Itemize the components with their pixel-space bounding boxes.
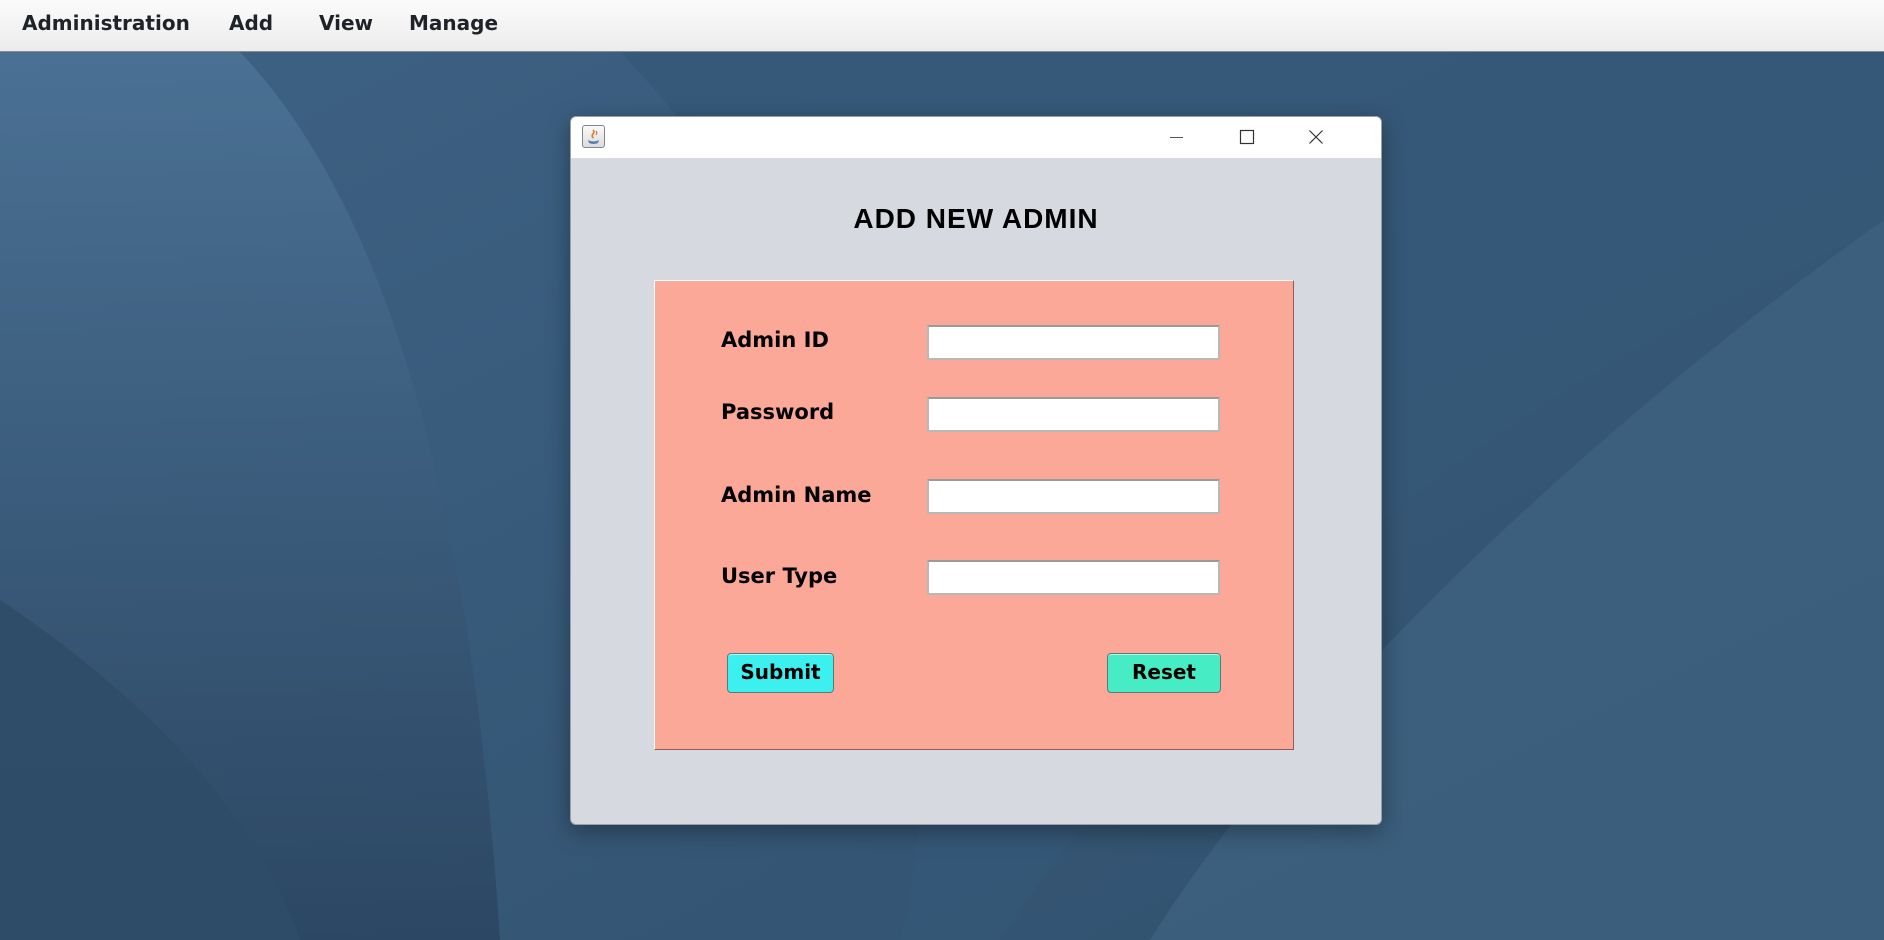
menu-add[interactable]: Add <box>229 11 273 35</box>
password-input[interactable] <box>927 397 1220 432</box>
admin-id-input[interactable] <box>927 325 1220 360</box>
admin-name-input[interactable] <box>927 479 1220 514</box>
window-titlebar[interactable] <box>571 117 1381 158</box>
menu-administration[interactable]: Administration <box>22 11 190 35</box>
menu-view[interactable]: View <box>319 11 373 35</box>
maximize-button[interactable] <box>1223 117 1269 158</box>
maximize-icon <box>1239 129 1255 145</box>
admin-id-label: Admin ID <box>721 328 829 352</box>
close-icon <box>1309 130 1323 144</box>
user-type-input[interactable] <box>927 560 1220 595</box>
java-icon <box>582 125 605 148</box>
close-button[interactable] <box>1293 117 1339 158</box>
admin-name-label: Admin Name <box>721 483 872 507</box>
reset-button[interactable]: Reset <box>1107 653 1221 693</box>
minimize-icon <box>1170 137 1183 138</box>
dialog-title: ADD NEW ADMIN <box>853 203 1099 234</box>
admin-form-panel: Admin ID Password Admin Name User Type S… <box>654 280 1294 750</box>
menu-manage[interactable]: Manage <box>409 11 498 35</box>
menu-bar: Administration Add View Manage <box>0 0 1884 52</box>
submit-button[interactable]: Submit <box>727 653 834 693</box>
password-label: Password <box>721 400 835 424</box>
add-admin-window: ADD NEW ADMIN Admin ID Password Admin Na… <box>570 116 1382 825</box>
user-type-label: User Type <box>721 564 838 588</box>
desktop-background: Administration Add View Manage ADD NEW A… <box>0 0 1884 940</box>
minimize-button[interactable] <box>1153 117 1199 158</box>
